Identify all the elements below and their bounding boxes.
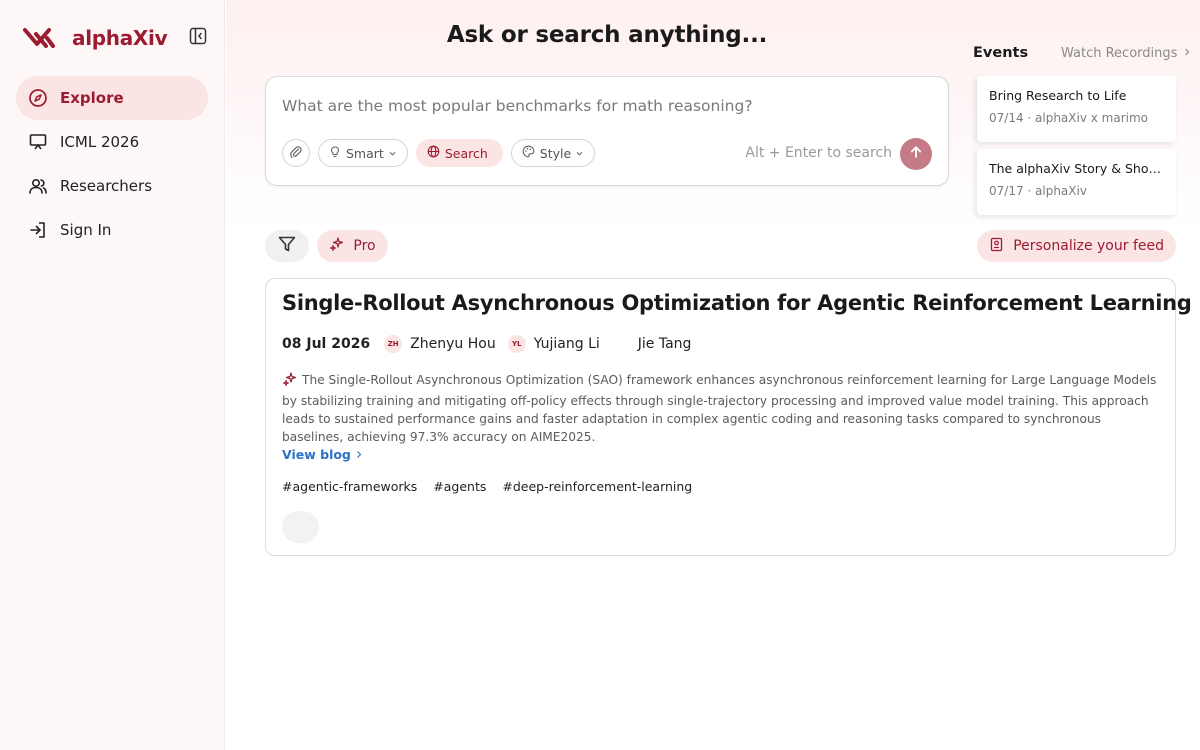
- author[interactable]: ZH Zhenyu Hou: [384, 335, 496, 353]
- event-title: The alphaXiv Story & Showca...: [989, 161, 1164, 176]
- page-title: Ask or search anything...: [446, 22, 768, 48]
- chevron-right-icon: [1183, 46, 1191, 61]
- author-name: Jie Tang: [637, 336, 692, 352]
- lightbulb-icon: [329, 145, 341, 161]
- watch-recordings-label: Watch Recordings: [1061, 46, 1178, 61]
- search-tools: Smart Search Style: [282, 139, 596, 167]
- event-card[interactable]: Bring Research to Life 07/14 · alphaXiv …: [977, 76, 1176, 142]
- sidebar-item-researchers[interactable]: Researchers: [16, 164, 208, 208]
- alphaxiv-logo-icon: [22, 24, 56, 52]
- author-name: Zhenyu Hou: [410, 336, 496, 352]
- smart-mode-dropdown[interactable]: Smart: [318, 139, 408, 167]
- event-title: Bring Research to Life: [989, 88, 1127, 103]
- sidebar: alphaXiv Explore ICML 2026 Researchers S…: [0, 0, 225, 750]
- avatar: ZH: [384, 335, 403, 353]
- chevron-right-icon: [355, 447, 363, 462]
- search-input[interactable]: [282, 91, 922, 121]
- sidebar-item-icml-2026[interactable]: ICML 2026: [16, 120, 208, 164]
- style-dropdown[interactable]: Style: [510, 139, 596, 167]
- paper-title[interactable]: Single-Rollout Asynchronous Optimization…: [282, 291, 1192, 315]
- arrow-up-icon: [908, 144, 924, 164]
- brand-name: alphaXiv: [72, 26, 168, 50]
- globe-icon: [427, 145, 440, 161]
- style-label: Style: [539, 145, 572, 161]
- author[interactable]: Jie Tang: [612, 335, 692, 353]
- sidebar-item-label: Sign In: [60, 221, 112, 239]
- chevron-down-icon: [388, 146, 397, 161]
- users-icon: [28, 176, 48, 196]
- submit-search-button[interactable]: [900, 138, 932, 170]
- sidebar-item-label: ICML 2026: [60, 133, 140, 151]
- paper-summary: The Single-Rollout Asynchronous Optimiza…: [282, 371, 1162, 446]
- presentation-icon: [28, 132, 48, 152]
- sidebar-item-label: Researchers: [60, 177, 153, 195]
- search-mode-toggle[interactable]: Search: [415, 139, 503, 167]
- view-blog-link[interactable]: View blog: [282, 447, 363, 462]
- pro-label: Pro: [353, 238, 376, 254]
- sidebar-toggle-icon: [189, 27, 207, 49]
- avatar: YL: [507, 335, 526, 353]
- collapse-sidebar-button[interactable]: [187, 27, 209, 49]
- filter-button[interactable]: [265, 230, 309, 262]
- personalize-feed-button[interactable]: Personalize your feed: [977, 230, 1176, 262]
- chevron-down-icon: [575, 146, 584, 161]
- paper-card: Single-Rollout Asynchronous Optimization…: [265, 278, 1192, 556]
- search-mode-label: Search: [444, 145, 488, 161]
- sidebar-nav: Explore ICML 2026 Researchers Sign In: [16, 76, 208, 252]
- author[interactable]: YL Yujiang Li: [507, 335, 600, 353]
- view-blog-label: View blog: [282, 447, 351, 462]
- sidebar-item-explore[interactable]: Explore: [16, 76, 208, 120]
- personalize-feed-label: Personalize your feed: [1013, 238, 1164, 254]
- bookmark-icon: [989, 237, 1004, 256]
- compass-icon: [28, 88, 48, 108]
- sidebar-item-label: Explore: [60, 89, 124, 107]
- tag[interactable]: #agentic-frameworks: [282, 479, 417, 494]
- brand[interactable]: alphaXiv: [22, 24, 168, 52]
- sparkles-icon: [282, 371, 298, 392]
- events-title: Events: [973, 45, 1029, 61]
- like-button[interactable]: [282, 511, 319, 543]
- tag[interactable]: #agents: [433, 479, 486, 494]
- paperclip-icon: [289, 144, 303, 163]
- filter-icon: [277, 234, 297, 258]
- pro-button[interactable]: Pro: [317, 230, 388, 262]
- paper-meta: 08 Jul 2026 ZH Zhenyu Hou YL Yujiang Li …: [282, 335, 703, 353]
- attach-button[interactable]: [282, 139, 310, 167]
- search-box: Smart Search Style: [265, 76, 949, 186]
- paper-date: 08 Jul 2026: [282, 336, 371, 352]
- sign-in-icon: [28, 220, 48, 240]
- sparkles-icon: [329, 236, 345, 256]
- event-meta: 07/17 · alphaXiv: [989, 184, 1087, 198]
- watch-recordings-link[interactable]: Watch Recordings: [1061, 46, 1191, 61]
- tag-list: #agentic-frameworks #agents #deep-reinfo…: [282, 479, 708, 494]
- smart-mode-label: Smart: [346, 145, 384, 161]
- search-hint: Alt + Enter to search: [745, 145, 892, 161]
- sidebar-item-sign-in[interactable]: Sign In: [16, 208, 208, 252]
- event-meta: 07/14 · alphaXiv x marimo: [989, 111, 1149, 125]
- palette-icon: [522, 145, 535, 161]
- avatar: [612, 335, 630, 353]
- summary-text: The Single-Rollout Asynchronous Optimiza…: [282, 373, 1157, 444]
- tag[interactable]: #deep-reinforcement-learning: [502, 479, 692, 494]
- author-name: Yujiang Li: [533, 336, 600, 352]
- event-card[interactable]: The alphaXiv Story & Showca... 07/17 · a…: [977, 149, 1176, 215]
